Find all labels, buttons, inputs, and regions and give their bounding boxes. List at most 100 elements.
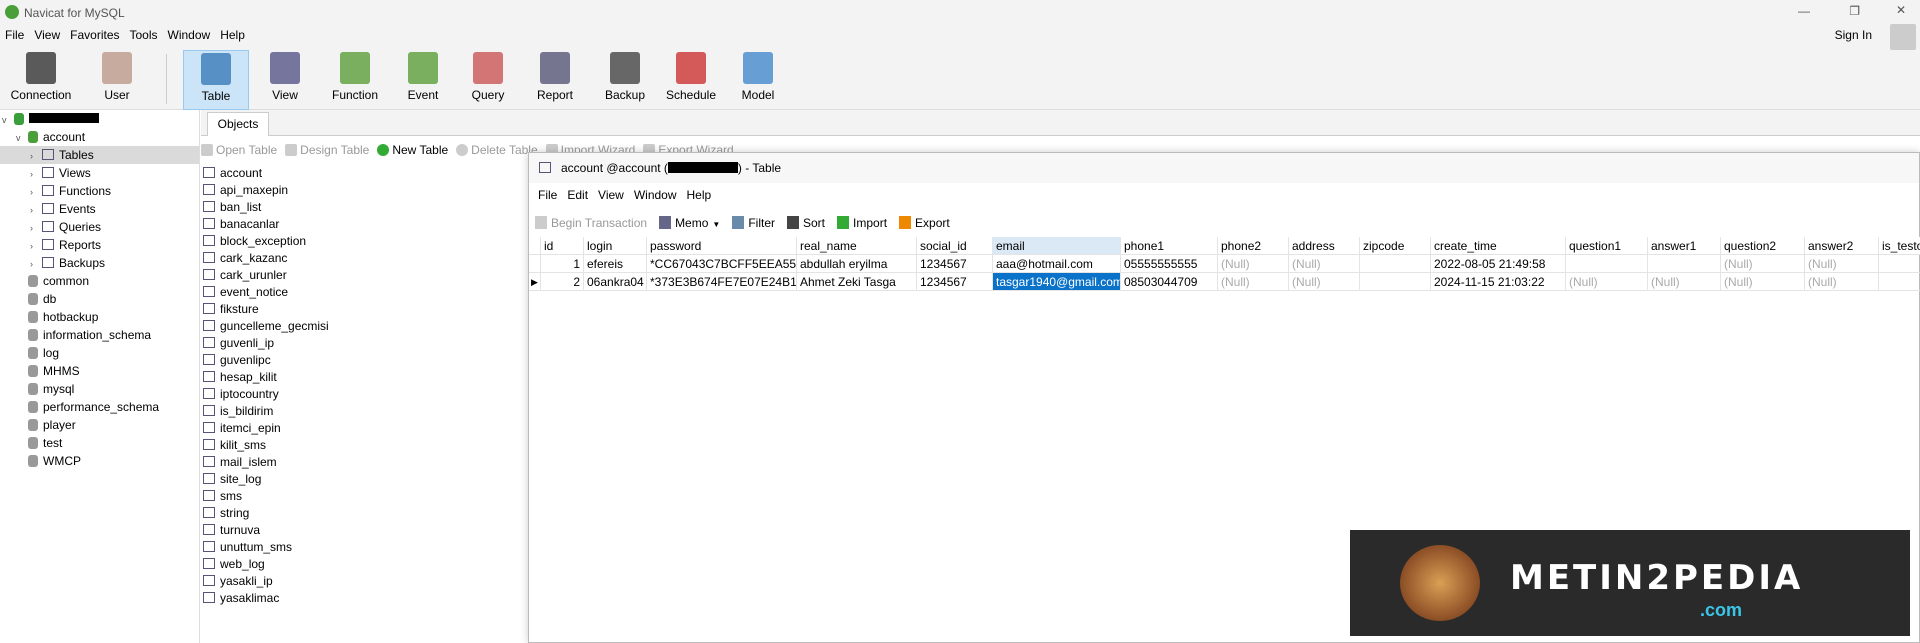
- tree-database-common[interactable]: common: [28, 272, 89, 290]
- tree-node-reports[interactable]: › Reports: [0, 236, 101, 254]
- table-list-item[interactable]: banacanlar: [203, 216, 279, 233]
- column-header-real_name[interactable]: real_name: [797, 237, 917, 255]
- table-cell[interactable]: efereis: [584, 255, 647, 273]
- table-cell[interactable]: aaa@hotmail.com: [993, 255, 1121, 273]
- tree-database-performance_schema[interactable]: performance_schema: [28, 398, 159, 416]
- table-cell[interactable]: (Null): [1805, 273, 1879, 291]
- window-menu-file[interactable]: File: [533, 186, 562, 204]
- toolbar-backup-button[interactable]: Backup: [592, 50, 658, 110]
- table-list-item[interactable]: guncelleme_gecmisi: [203, 318, 329, 335]
- column-header-is_testo[interactable]: is_testo: [1879, 237, 1920, 255]
- table-list-item[interactable]: kilit_sms: [203, 437, 266, 454]
- table-cell[interactable]: 1234567: [917, 273, 993, 291]
- column-header-answer2[interactable]: answer2: [1805, 237, 1879, 255]
- table-cell[interactable]: tasgar1940@gmail.com: [993, 273, 1121, 291]
- tree-node-backups[interactable]: › Backups: [0, 254, 105, 272]
- window-menu-help[interactable]: Help: [682, 186, 717, 204]
- table-cell[interactable]: (Null): [1648, 273, 1721, 291]
- window-menu-edit[interactable]: Edit: [562, 186, 593, 204]
- table-list-item[interactable]: turnuva: [203, 522, 260, 539]
- table-cell[interactable]: abdullah eryilma: [797, 255, 917, 273]
- memo-dropdown-icon[interactable]: ▼: [712, 220, 720, 229]
- table-list-item[interactable]: hesap_kilit: [203, 369, 277, 386]
- table-list-item[interactable]: itemci_epin: [203, 420, 281, 437]
- menu-favorites[interactable]: Favorites: [65, 26, 124, 44]
- column-header-login[interactable]: login: [584, 237, 647, 255]
- window-menu-window[interactable]: Window: [629, 186, 682, 204]
- column-header-password[interactable]: password: [647, 237, 797, 255]
- column-header-phone1[interactable]: phone1: [1121, 237, 1218, 255]
- table-list-item[interactable]: guvenlipc: [203, 352, 271, 369]
- tree-database-account[interactable]: v account: [16, 128, 85, 146]
- table-cell[interactable]: [1879, 273, 1920, 291]
- table-list-item[interactable]: is_bildirim: [203, 403, 273, 420]
- avatar[interactable]: [1890, 24, 1916, 50]
- table-list-item[interactable]: cark_urunler: [203, 267, 287, 284]
- new-table-button[interactable]: New Table: [377, 143, 448, 157]
- table-cell[interactable]: [1360, 273, 1431, 291]
- table-cell[interactable]: *CC67043C7BCFF5EEA5566B: [647, 255, 797, 273]
- menu-file[interactable]: File: [0, 26, 29, 44]
- tree-node-tables[interactable]: › Tables: [0, 146, 199, 164]
- sort-button[interactable]: Sort: [787, 211, 825, 235]
- tree-node-views[interactable]: › Views: [0, 164, 91, 182]
- tree-database-information_schema[interactable]: information_schema: [28, 326, 151, 344]
- table-cell[interactable]: 1234567: [917, 255, 993, 273]
- menu-help[interactable]: Help: [215, 26, 250, 44]
- toolbar-function-button[interactable]: Function: [322, 50, 388, 110]
- toolbar-schedule-button[interactable]: Schedule: [658, 50, 724, 110]
- toolbar-report-button[interactable]: Report: [522, 50, 588, 110]
- table-list-item[interactable]: web_log: [203, 556, 265, 573]
- export-button[interactable]: Export: [899, 211, 950, 235]
- table-list-item[interactable]: cark_kazanc: [203, 250, 287, 267]
- delete-table-button[interactable]: Delete Table: [456, 143, 538, 157]
- table-cell[interactable]: 06ankra04: [584, 273, 647, 291]
- table-list-item[interactable]: event_notice: [203, 284, 288, 301]
- table-list-item[interactable]: site_log: [203, 471, 261, 488]
- minimize-button[interactable]: —: [1798, 4, 1810, 18]
- column-header-answer1[interactable]: answer1: [1648, 237, 1721, 255]
- tree-database-db[interactable]: db: [28, 290, 56, 308]
- table-list-item[interactable]: account: [203, 165, 262, 182]
- table-list-item[interactable]: string: [203, 505, 249, 522]
- row-selector[interactable]: [529, 255, 541, 273]
- table-list-item[interactable]: yasakli_ip: [203, 573, 273, 590]
- table-cell[interactable]: Ahmet Zeki Tasga: [797, 273, 917, 291]
- table-cell[interactable]: (Null): [1805, 255, 1879, 273]
- toolbar-event-button[interactable]: Event: [390, 50, 456, 110]
- table-list-item[interactable]: mail_islem: [203, 454, 277, 471]
- menu-tools[interactable]: Tools: [125, 26, 163, 44]
- table-cell[interactable]: [1360, 255, 1431, 273]
- tree-node-queries[interactable]: › Queries: [0, 218, 101, 236]
- tree-database-log[interactable]: log: [28, 344, 59, 362]
- table-list-item[interactable]: fiksture: [203, 301, 259, 318]
- table-list-item[interactable]: iptocountry: [203, 386, 279, 403]
- table-cell[interactable]: (Null): [1566, 273, 1648, 291]
- menu-window[interactable]: Window: [163, 26, 216, 44]
- tree-database-mysql[interactable]: mysql: [28, 380, 74, 398]
- table-cell[interactable]: 08503044709: [1121, 273, 1218, 291]
- toolbar-query-button[interactable]: Query: [455, 50, 521, 110]
- toolbar-view-button[interactable]: View: [252, 50, 318, 110]
- table-cell[interactable]: (Null): [1289, 273, 1360, 291]
- column-header-zipcode[interactable]: zipcode: [1360, 237, 1431, 255]
- begin-transaction-button[interactable]: Begin Transaction: [535, 211, 647, 235]
- tab-objects[interactable]: Objects: [207, 112, 269, 136]
- column-header-id[interactable]: id: [541, 237, 584, 255]
- close-button[interactable]: ✕: [1896, 3, 1906, 17]
- table-list-item[interactable]: guvenli_ip: [203, 335, 274, 352]
- column-header-email[interactable]: email: [993, 237, 1121, 255]
- toolbar-connection-button[interactable]: Connection: [8, 50, 74, 110]
- table-list-item[interactable]: block_exception: [203, 233, 306, 250]
- table-cell[interactable]: (Null): [1218, 273, 1289, 291]
- tree-database-test[interactable]: test: [28, 434, 62, 452]
- filter-button[interactable]: Filter: [732, 211, 775, 235]
- table-cell[interactable]: (Null): [1721, 273, 1805, 291]
- tree-connection[interactable]: v: [2, 110, 99, 128]
- table-cell[interactable]: 05555555555: [1121, 255, 1218, 273]
- menu-view[interactable]: View: [29, 26, 65, 44]
- table-cell[interactable]: (Null): [1289, 255, 1360, 273]
- table-cell[interactable]: [1566, 255, 1648, 273]
- tree-node-events[interactable]: › Events: [0, 200, 96, 218]
- table-list-item[interactable]: api_maxepin: [203, 182, 288, 199]
